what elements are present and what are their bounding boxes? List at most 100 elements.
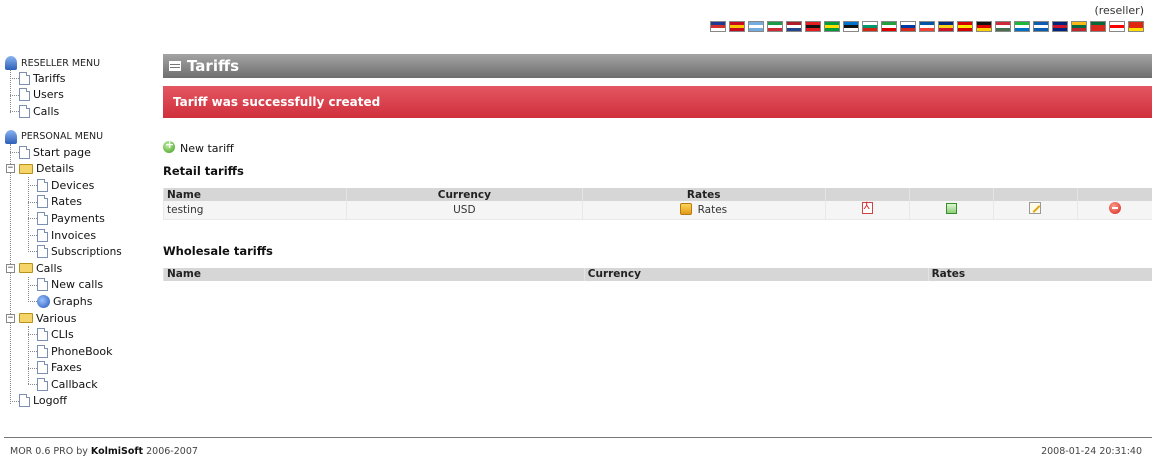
flag-nl-icon[interactable] [786, 21, 802, 32]
flag-ar-icon[interactable] [748, 21, 764, 32]
sidebar-item-label[interactable]: Subscriptions [51, 246, 122, 258]
sidebar-item-label[interactable]: Start page [33, 146, 91, 159]
page-icon [37, 361, 48, 375]
csv-export-cell[interactable] [908, 201, 994, 220]
column-header-blank [992, 188, 1077, 201]
flag-bg-icon[interactable] [862, 21, 878, 32]
flag-ir-icon[interactable] [881, 21, 897, 32]
collapse-icon[interactable]: − [6, 164, 15, 174]
sidebar-folder-label[interactable]: Calls [36, 262, 62, 275]
sidebar-item-label[interactable]: Tariffs [33, 72, 66, 85]
pdf-export-cell[interactable] [824, 201, 910, 220]
sidebar-item-label[interactable]: Invoices [51, 229, 96, 242]
page-icon [19, 88, 30, 102]
flag-pt-icon[interactable] [1090, 21, 1106, 32]
flag-fr-icon[interactable] [919, 21, 935, 32]
flag-mk-icon[interactable] [957, 21, 973, 32]
sidebar-item-label[interactable]: CLIs [51, 328, 74, 341]
sidebar-item-label[interactable]: Rates [51, 195, 82, 208]
wholesale-tariffs-table: Name Currency Rates [163, 267, 1152, 281]
tariff-rates-cell[interactable]: Rates [581, 201, 826, 220]
edit-icon[interactable] [1029, 202, 1042, 215]
flag-br-icon[interactable] [824, 21, 840, 32]
list-icon [169, 61, 181, 71]
edit-cell[interactable] [992, 201, 1077, 220]
sidebar-item-label[interactable]: Faxes [51, 361, 82, 374]
sidebar-item-tariffs[interactable]: Tariffs [5, 70, 155, 87]
delete-cell[interactable] [1076, 201, 1152, 220]
column-header-rates: Rates [581, 188, 826, 201]
page-icon [37, 228, 48, 242]
user-role-label: (reseller) [1094, 4, 1144, 17]
flag-cn-icon[interactable] [1128, 21, 1144, 32]
rates-link[interactable]: Rates [698, 204, 728, 216]
collapse-icon[interactable]: − [6, 263, 15, 273]
pdf-icon[interactable] [861, 201, 873, 215]
sidebar-folder-calls[interactable]: − Calls [5, 260, 155, 277]
flag-sl-icon[interactable] [1014, 21, 1030, 32]
flag-es-icon[interactable] [729, 21, 745, 32]
sidebar-item-label[interactable]: PhoneBook [51, 345, 112, 358]
wholesale-tariffs-heading: Wholesale tariffs [163, 243, 273, 258]
rates-icon[interactable] [680, 203, 693, 216]
table-header-row: Name Currency Rates [163, 267, 1152, 281]
sidebar-item-users[interactable]: Users [5, 87, 155, 104]
flag-it-icon[interactable] [767, 21, 783, 32]
sidebar-folder-details[interactable]: − Details [5, 160, 155, 177]
sidebar-item-label[interactable]: Users [33, 88, 64, 101]
sidebar-item-label[interactable]: Graphs [53, 295, 92, 308]
flag-au-icon[interactable] [1052, 21, 1068, 32]
flag-al-icon[interactable] [805, 21, 821, 32]
sidebar-folder-label[interactable]: Details [36, 162, 74, 175]
flag-gr-icon[interactable] [1033, 21, 1049, 32]
page-title-bar: Tariffs [163, 54, 1152, 78]
sidebar-item-label[interactable]: Callback [51, 378, 98, 391]
flag-ee-icon[interactable] [843, 21, 859, 32]
column-header-currency: Currency [345, 188, 583, 201]
sidebar-item-reseller-calls[interactable]: Calls [5, 103, 155, 120]
sidebar-folder-various[interactable]: − Various [5, 310, 155, 327]
folder-open-icon [19, 313, 33, 324]
flag-ru-icon[interactable] [900, 21, 916, 32]
sidebar-item-faxes[interactable]: Faxes [5, 360, 155, 377]
sidebar-item-new-calls[interactable]: New calls [5, 277, 155, 294]
sidebar-item-logoff[interactable]: Logoff [5, 393, 155, 410]
column-header-blank [1076, 188, 1152, 201]
folder-open-icon [19, 263, 33, 274]
flag-uk-icon[interactable] [710, 21, 726, 32]
sidebar-item-clis[interactable]: CLIs [5, 326, 155, 343]
sidebar-item-label[interactable]: Logoff [33, 394, 67, 407]
reseller-menu-header: RESELLER MENU [5, 56, 155, 70]
collapse-icon[interactable]: − [6, 313, 15, 323]
new-tariff-label[interactable]: New tariff [180, 142, 234, 155]
sidebar-item-callback[interactable]: Callback [5, 376, 155, 393]
flag-lt-icon[interactable] [1071, 21, 1087, 32]
sidebar-item-payments[interactable]: Payments [5, 210, 155, 227]
flag-ro-icon[interactable] [938, 21, 954, 32]
sidebar-item-devices[interactable]: Devices [5, 177, 155, 194]
sidebar-item-subscriptions[interactable]: Subscriptions [5, 243, 155, 260]
sidebar-item-label[interactable]: Calls [33, 105, 59, 118]
sidebar-item-start-page[interactable]: Start page [5, 144, 155, 161]
footer-datetime: 2008-01-24 20:31:40 [1041, 446, 1142, 457]
sidebar-item-invoices[interactable]: Invoices [5, 227, 155, 244]
flag-hu-icon[interactable] [995, 21, 1011, 32]
flag-de-icon[interactable] [976, 21, 992, 32]
page-icon [19, 71, 30, 85]
new-tariff-link[interactable]: New tariff [163, 138, 1152, 155]
sidebar-item-label[interactable]: Payments [51, 212, 105, 225]
tariff-name-cell: testing [163, 201, 347, 220]
sidebar-folder-label[interactable]: Various [36, 312, 76, 325]
sidebar-item-rates[interactable]: Rates [5, 194, 155, 211]
delete-icon[interactable] [1108, 202, 1121, 215]
retail-tariffs-table: Name Currency Rates testing USD Rates [163, 188, 1152, 220]
add-icon[interactable] [163, 138, 175, 153]
sidebar-item-phonebook[interactable]: PhoneBook [5, 343, 155, 360]
retail-tariffs-heading: Retail tariffs [163, 164, 244, 178]
flag-ge-icon[interactable] [1109, 21, 1125, 32]
footer-product: MOR 0.6 PRO by [10, 446, 91, 457]
sidebar-item-label[interactable]: Devices [51, 179, 94, 192]
sidebar-item-graphs[interactable]: Graphs [5, 293, 155, 310]
sidebar-item-label[interactable]: New calls [51, 278, 103, 291]
spreadsheet-icon[interactable] [945, 202, 957, 214]
